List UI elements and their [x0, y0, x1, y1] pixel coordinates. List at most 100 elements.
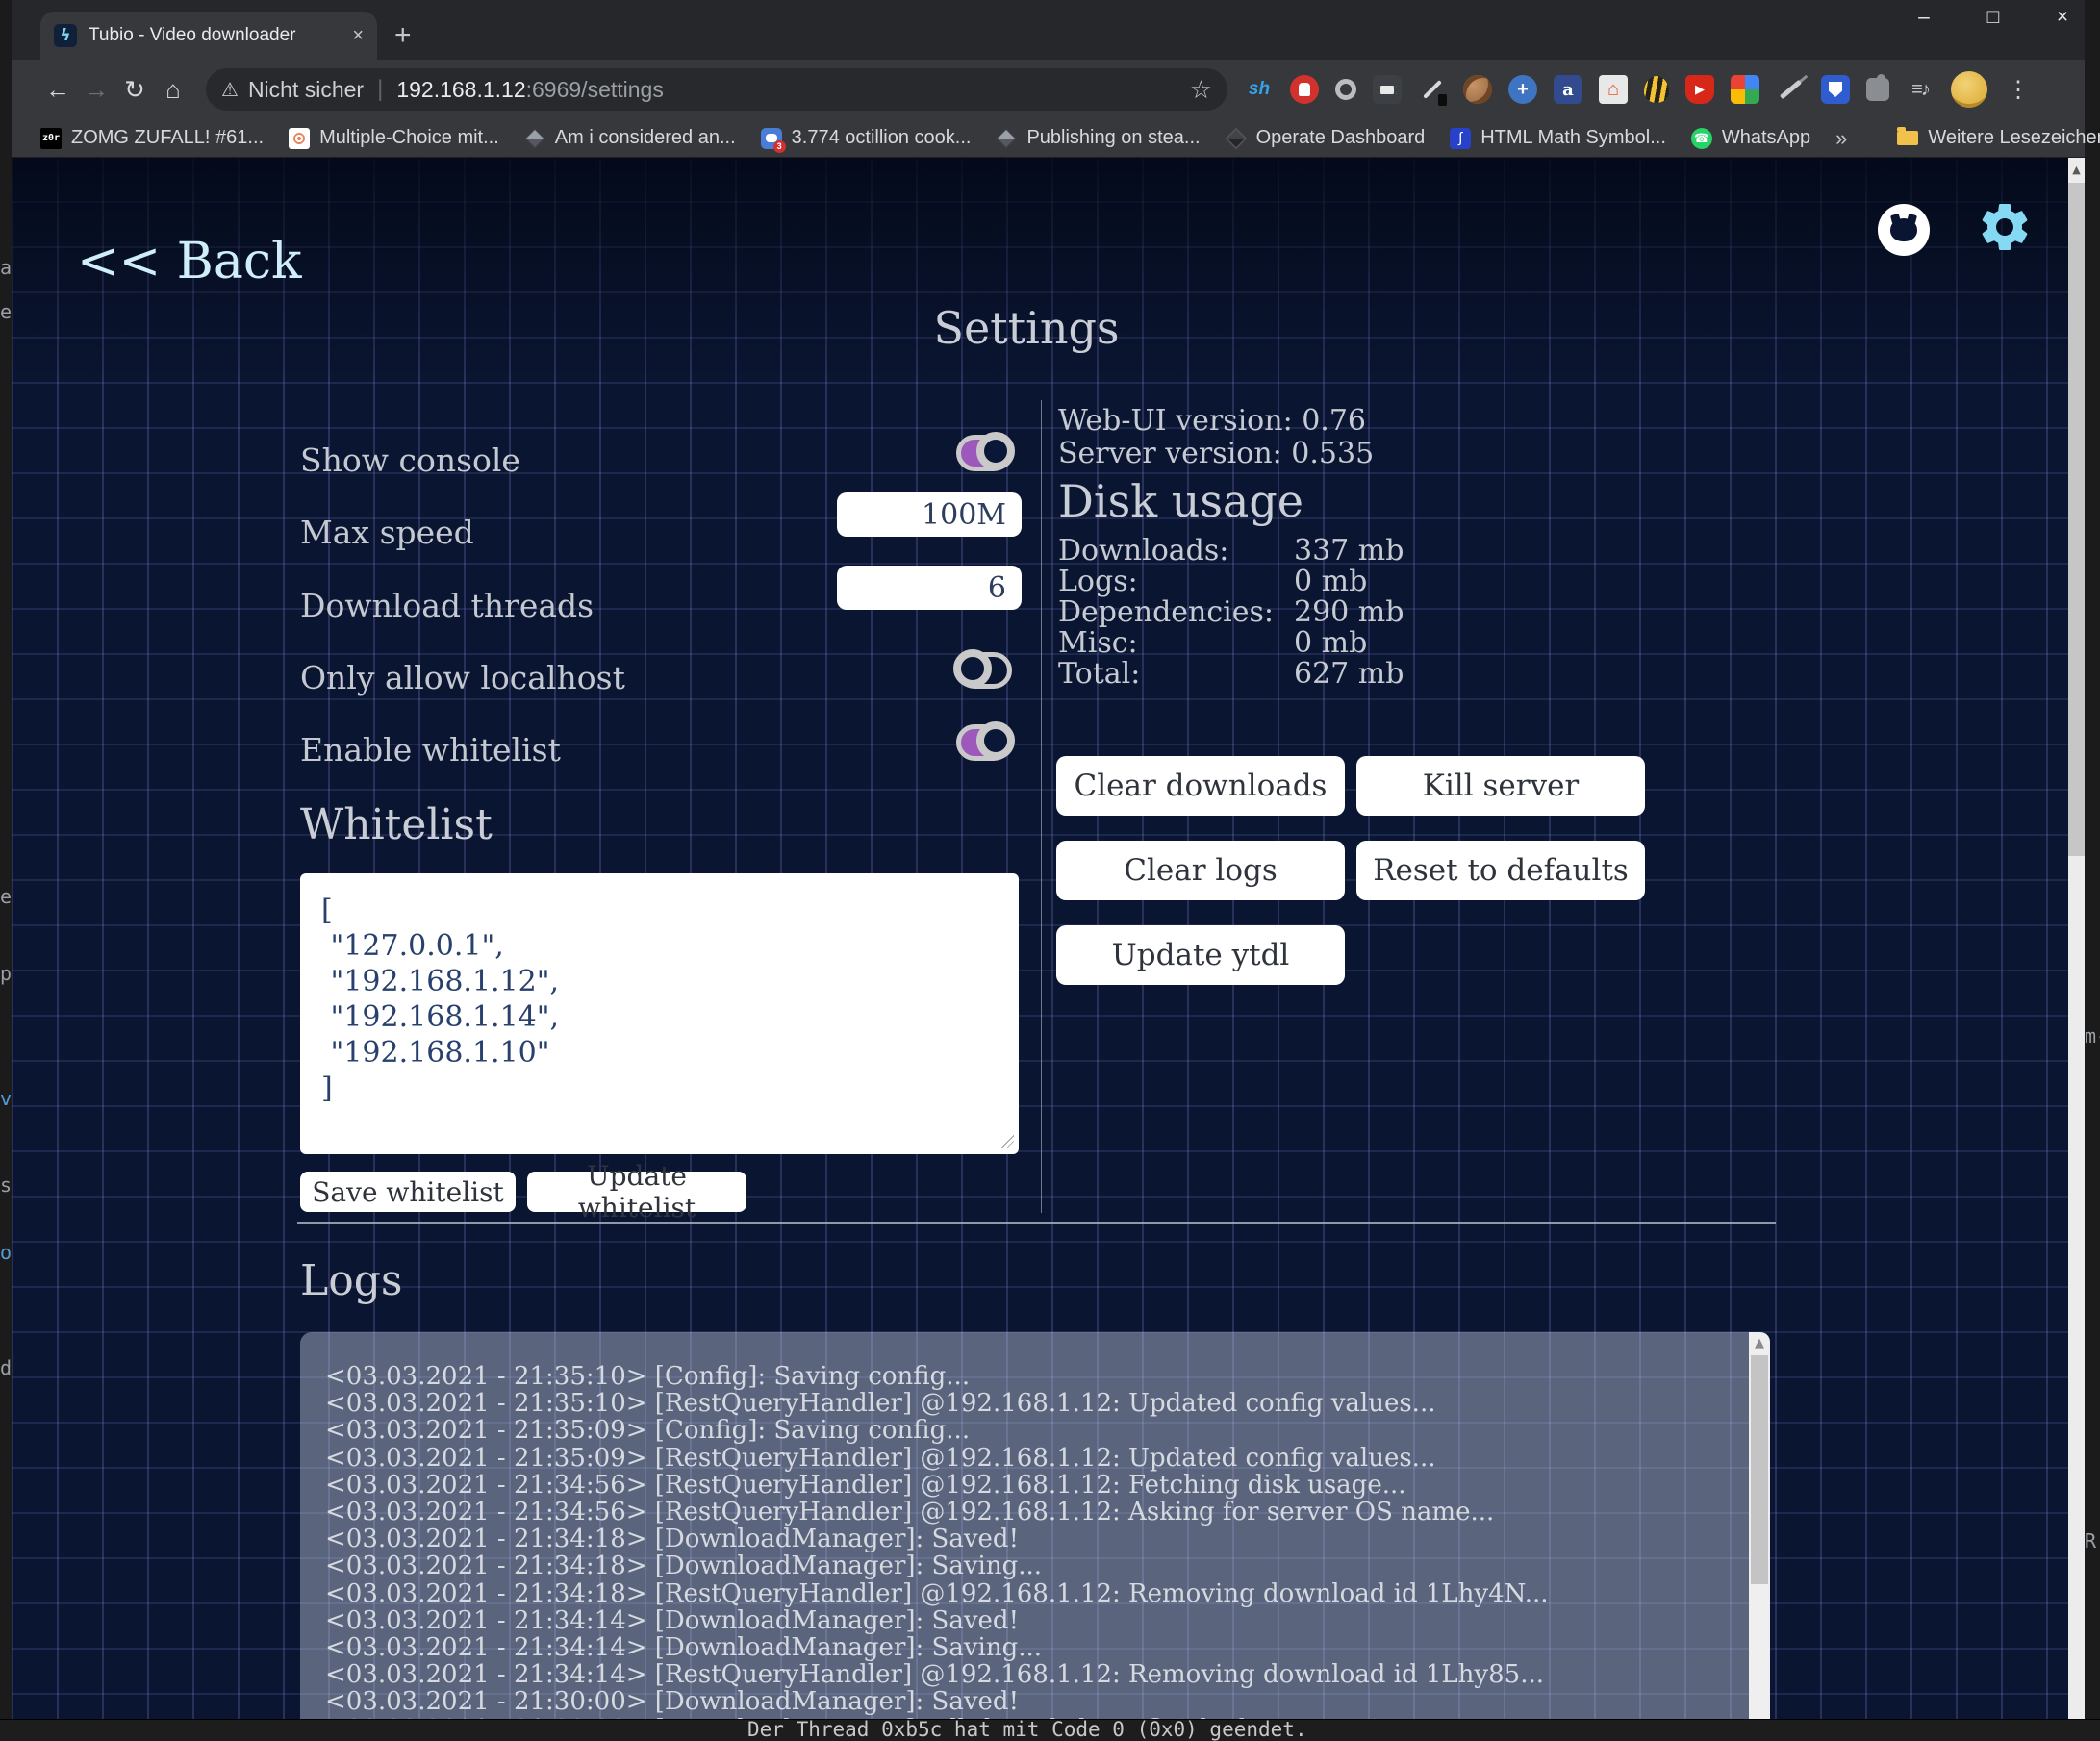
extension-privacy-mask-icon[interactable] — [1373, 75, 1402, 104]
textarea-resize-handle[interactable] — [1000, 1135, 1014, 1148]
log-scrollbar-thumb[interactable] — [1751, 1355, 1768, 1584]
kill-server-button[interactable]: Kill server — [1356, 756, 1645, 816]
browser-tab[interactable]: ϟ Tubio - Video downloader × — [40, 12, 377, 60]
bookmark-item[interactable]: 3 3.774 octillion cook... — [761, 127, 972, 149]
extension-pen-icon[interactable] — [1418, 75, 1447, 104]
steam-cube-favicon — [524, 127, 545, 148]
github-icon[interactable] — [1878, 204, 1930, 256]
enable-whitelist-label: Enable whitelist — [300, 731, 561, 769]
home-icon[interactable]: ⌂ — [154, 75, 192, 105]
new-tab-button[interactable]: + — [394, 21, 412, 50]
extension-syringe-icon[interactable] — [1776, 75, 1805, 104]
clear-downloads-button[interactable]: Clear downloads — [1056, 756, 1345, 816]
extension-video-shield-icon[interactable]: ▶ — [1685, 75, 1714, 104]
only-localhost-toggle[interactable] — [956, 652, 1012, 689]
bookmark-label: WhatsApp — [1722, 127, 1810, 149]
extension-cookie-icon[interactable] — [1463, 75, 1492, 104]
address-bar[interactable]: ⚠ Nicht sicher | 192.168.1.12 :6969/sett… — [206, 68, 1227, 111]
log-panel[interactable]: <03.03.2021 - 21:35:10> [Config]: Saving… — [300, 1332, 1770, 1741]
bookmark-label: ZOMG ZUFALL! #61... — [71, 127, 264, 149]
bookmark-star-icon[interactable]: ☆ — [1190, 75, 1212, 105]
extension-amazon-icon[interactable]: a — [1554, 75, 1582, 104]
extension-playlist-icon[interactable]: ≡♪ — [1906, 75, 1935, 104]
security-label[interactable]: Nicht sicher — [248, 77, 364, 103]
show-console-toggle[interactable] — [956, 435, 1012, 471]
code-fragment: R — [2085, 1529, 2096, 1552]
extension-sh-icon[interactable]: sh — [1245, 75, 1274, 104]
whitelist-textarea[interactable]: [ "127.0.0.1", "192.168.1.12", "192.168.… — [300, 873, 1019, 1154]
extension-adblock-hand-icon[interactable] — [1290, 75, 1319, 104]
spiral-favicon — [289, 128, 310, 149]
bookmark-item[interactable]: ∫ HTML Math Symbol... — [1450, 127, 1666, 149]
max-speed-input[interactable] — [837, 492, 1022, 537]
code-fragment: et — [0, 300, 12, 323]
profile-avatar[interactable] — [1951, 71, 1987, 108]
extensions-puzzle-icon[interactable] — [1866, 78, 1889, 101]
reset-to-defaults-button[interactable]: Reset to defaults — [1356, 841, 1645, 900]
bookmark-item[interactable]: Operate Dashboard — [1226, 127, 1426, 149]
bookmark-item[interactable]: ☎ WhatsApp — [1691, 127, 1810, 149]
bookmark-item[interactable]: Multiple-Choice mit... — [289, 127, 499, 149]
extension-download-home-icon[interactable]: ⌂ — [1599, 75, 1628, 104]
extension-icons-row: sh + a ⌂ ▶ ≡♪ ⋮ — [1245, 71, 2033, 108]
log-line: <03.03.2021 - 21:34:56> [RestQueryHandle… — [325, 1472, 1732, 1499]
url-host[interactable]: 192.168.1.12 — [396, 77, 525, 103]
back-link[interactable]: << Back — [77, 233, 302, 290]
bookmark-item[interactable]: Publishing on stea... — [996, 127, 1200, 149]
page-title: Settings — [12, 302, 2041, 354]
page-scrollbar-thumb[interactable] — [2068, 183, 2085, 856]
bookmark-label: 3.774 octillion cook... — [792, 127, 972, 149]
extension-google-icon[interactable] — [1731, 75, 1759, 104]
other-bookmarks-folder[interactable]: Weitere Lesezeichen — [1897, 127, 2100, 149]
window-maximize-icon[interactable]: □ — [1979, 6, 2008, 29]
page-scrollbar[interactable]: ▲ — [2068, 158, 2085, 1741]
log-line: <03.03.2021 - 21:34:18> [DownloadManager… — [325, 1526, 1732, 1552]
extension-ring-icon[interactable] — [1335, 79, 1356, 100]
window-minimize-icon[interactable]: – — [1910, 6, 1938, 29]
url-path[interactable]: :6969/settings — [526, 77, 664, 103]
tab-close-icon[interactable]: × — [352, 25, 364, 47]
back-icon[interactable]: ← — [38, 75, 77, 105]
extension-blue-shield-icon[interactable] — [1821, 75, 1850, 104]
extension-plus-icon[interactable]: + — [1508, 75, 1537, 104]
tubio-favicon-icon: ϟ — [54, 24, 77, 47]
update-whitelist-button[interactable]: Update whitelist — [527, 1172, 746, 1212]
scroll-up-icon[interactable]: ▲ — [1749, 1336, 1770, 1350]
math-favicon: ∫ — [1450, 128, 1471, 149]
log-line: <03.03.2021 - 21:35:10> [RestQueryHandle… — [325, 1390, 1732, 1417]
whatsapp-favicon: ☎ — [1691, 128, 1712, 149]
webui-version: Web-UI version: 0.76 — [1058, 404, 1366, 438]
z0r-favicon: z0r — [40, 128, 62, 149]
log-line: <03.03.2021 - 21:35:09> [RestQueryHandle… — [325, 1445, 1732, 1472]
server-version: Server version: 0.535 — [1058, 437, 1374, 470]
reload-icon[interactable]: ↻ — [115, 75, 154, 105]
update-ytdl-button[interactable]: Update ytdl — [1056, 925, 1345, 985]
clear-logs-button[interactable]: Clear logs — [1056, 841, 1345, 900]
settings-gear-icon[interactable] — [1976, 198, 2034, 256]
not-secure-warning-icon[interactable]: ⚠ — [221, 78, 239, 102]
log-line: <03.03.2021 - 21:35:10> [Config]: Saving… — [325, 1363, 1732, 1390]
log-line: <03.03.2021 - 21:34:18> [DownloadManager… — [325, 1552, 1732, 1579]
browser-menu-icon[interactable]: ⋮ — [2004, 75, 2033, 104]
background-window-left-edge: ag et e p vo s or d — [0, 0, 12, 1741]
extension-bee-icon[interactable] — [1644, 76, 1669, 103]
log-line: <03.03.2021 - 21:34:56> [RestQueryHandle… — [325, 1499, 1732, 1526]
disk-row-dependencies: Dependencies:290 mb — [1058, 595, 1635, 629]
scroll-up-icon[interactable]: ▲ — [2068, 164, 2085, 176]
browser-window: ϟ Tubio - Video downloader × + – □ × ← →… — [12, 0, 2085, 1741]
forward-icon[interactable]: → — [77, 75, 115, 105]
log-scrollbar[interactable]: ▲ — [1749, 1332, 1770, 1741]
window-close-icon[interactable]: × — [2048, 6, 2077, 29]
max-speed-label: Max speed — [300, 514, 474, 551]
save-whitelist-button[interactable]: Save whitelist — [300, 1172, 516, 1212]
browser-toolbar: ← → ↻ ⌂ ⚠ Nicht sicher | 192.168.1.12 :6… — [12, 60, 2085, 119]
code-fragment: vo — [0, 1087, 12, 1110]
cookie-clicker-favicon: 3 — [761, 128, 782, 149]
code-fragment: s — [0, 1173, 12, 1197]
column-divider — [1041, 400, 1042, 1213]
bookmark-item[interactable]: z0r ZOMG ZUFALL! #61... — [40, 127, 264, 149]
bookmarks-overflow-icon[interactable]: » — [1835, 126, 1847, 151]
enable-whitelist-toggle[interactable] — [956, 724, 1012, 761]
download-threads-input[interactable] — [837, 566, 1022, 610]
bookmark-item[interactable]: Am i considered an... — [524, 127, 736, 149]
